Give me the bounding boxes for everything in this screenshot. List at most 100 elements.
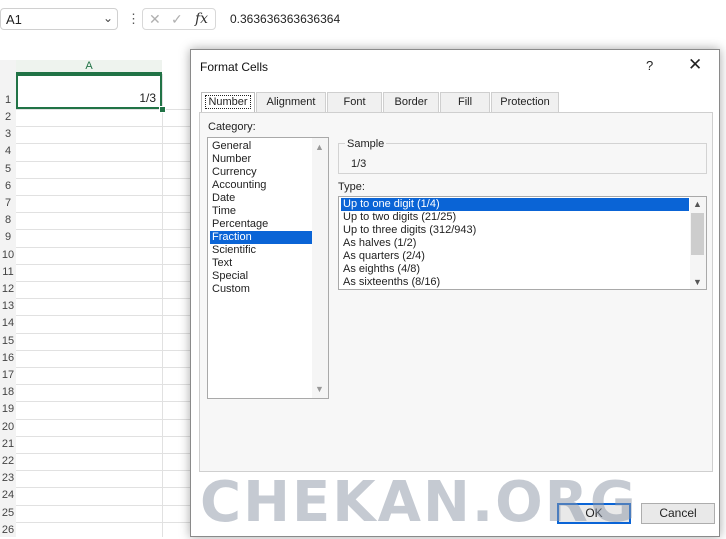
formula-bar: A1 ⌄ ⋮ ✕ ✓ fx 0.363636363636364 bbox=[0, 0, 726, 44]
type-item[interactable]: Up to one digit (1/4) bbox=[340, 197, 690, 212]
insert-function-icon[interactable]: fx bbox=[195, 11, 208, 27]
cell-a1-value: 1/3 bbox=[139, 91, 156, 105]
close-icon[interactable]: ✕ bbox=[688, 55, 702, 75]
sample-label: Sample bbox=[345, 138, 387, 150]
row-gridline bbox=[16, 418, 192, 420]
fill-handle[interactable] bbox=[159, 106, 166, 113]
row-gridline bbox=[16, 470, 192, 472]
tab-alignment[interactable]: Alignment bbox=[256, 92, 326, 112]
cancel-icon[interactable]: ✕ bbox=[149, 11, 161, 28]
row-gridline bbox=[16, 367, 192, 368]
row-header[interactable]: 21 bbox=[0, 436, 16, 453]
type-item[interactable]: As halves (1/2) bbox=[341, 237, 689, 250]
tab-number[interactable]: Number bbox=[201, 92, 255, 113]
formula-input[interactable]: 0.363636363636364 bbox=[222, 8, 726, 30]
category-list[interactable]: ▲ ▼ General Number Currency Accounting Date T… bbox=[207, 137, 329, 399]
row-header[interactable]: 15 bbox=[0, 333, 16, 350]
type-item[interactable]: Up to two digits (21/25) bbox=[341, 211, 689, 224]
row-header[interactable]: 23 bbox=[0, 470, 16, 487]
number-tab-panel: Category: ▲ ▼ General Number Currency Accou… bbox=[199, 112, 713, 472]
row-header[interactable]: 6 bbox=[0, 178, 16, 195]
type-item[interactable]: As quarters (2/4) bbox=[341, 250, 689, 263]
row-gridline bbox=[16, 453, 192, 454]
row-header[interactable]: 16 bbox=[0, 350, 16, 367]
row-header[interactable]: 9 bbox=[0, 229, 16, 246]
help-icon[interactable]: ? bbox=[646, 58, 653, 73]
more-icon[interactable]: ⋮ bbox=[127, 11, 140, 27]
category-item[interactable]: Text bbox=[210, 257, 312, 270]
category-item[interactable]: Accounting bbox=[210, 179, 312, 192]
row-gridline bbox=[16, 177, 192, 179]
row-header[interactable]: 2 bbox=[0, 109, 16, 126]
dialog-title: Format Cells bbox=[200, 60, 269, 74]
row-header[interactable]: 13 bbox=[0, 298, 16, 315]
tab-label: Number bbox=[205, 95, 251, 109]
row-header[interactable]: 14 bbox=[0, 315, 16, 332]
type-list[interactable]: ▲ ▼ Up to one digit (1/4) Up to two digit… bbox=[338, 196, 707, 290]
category-item[interactable]: General bbox=[210, 140, 312, 153]
tab-fill[interactable]: Fill bbox=[440, 92, 490, 112]
select-all-corner[interactable] bbox=[0, 60, 16, 74]
row-header[interactable]: 11 bbox=[0, 264, 16, 281]
category-scrollbar[interactable]: ▲ ▼ bbox=[312, 138, 328, 398]
scroll-thumb[interactable] bbox=[691, 213, 704, 255]
row-gridline bbox=[16, 487, 192, 489]
row-header[interactable]: 20 bbox=[0, 419, 16, 436]
scroll-down-icon[interactable]: ▼ bbox=[315, 384, 324, 394]
sheet-grid bbox=[0, 44, 192, 537]
row-gridline bbox=[16, 315, 192, 317]
category-item[interactable]: Custom bbox=[210, 283, 312, 296]
row-header[interactable]: 3 bbox=[0, 126, 16, 143]
row-header[interactable]: 8 bbox=[0, 212, 16, 229]
category-item[interactable]: Fraction bbox=[210, 231, 312, 244]
type-scrollbar[interactable]: ▲ ▼ bbox=[690, 197, 706, 289]
type-item[interactable]: Up to three digits (312/943) bbox=[341, 224, 689, 237]
cell-a1[interactable]: 1/3 bbox=[16, 74, 162, 109]
row-header[interactable]: 5 bbox=[0, 161, 16, 178]
category-item[interactable]: Date bbox=[210, 192, 312, 205]
category-item[interactable]: Time bbox=[210, 205, 312, 218]
category-item[interactable]: Percentage bbox=[210, 218, 312, 231]
row-header[interactable]: 22 bbox=[0, 453, 16, 470]
type-label: Type: bbox=[338, 181, 365, 193]
tab-border[interactable]: Border bbox=[383, 92, 439, 112]
row-header[interactable]: 26 bbox=[0, 522, 16, 539]
enter-icon[interactable]: ✓ bbox=[171, 11, 183, 28]
category-item[interactable]: Number bbox=[210, 153, 312, 166]
row-header[interactable]: 24 bbox=[0, 487, 16, 504]
name-box[interactable]: A1 ⌄ bbox=[0, 8, 118, 30]
row-gridline bbox=[16, 332, 192, 334]
formula-value: 0.363636363636364 bbox=[230, 12, 341, 26]
scroll-up-icon[interactable]: ▲ bbox=[693, 199, 702, 209]
scroll-up-icon[interactable]: ▲ bbox=[315, 142, 324, 152]
row-header[interactable]: 10 bbox=[0, 247, 16, 264]
category-item[interactable]: Special bbox=[210, 270, 312, 283]
row-gridline bbox=[16, 298, 192, 300]
category-item[interactable]: Scientific bbox=[210, 244, 312, 257]
category-label: Category: bbox=[208, 121, 256, 133]
type-item[interactable]: As eighths (4/8) bbox=[341, 263, 689, 276]
row-gridline bbox=[16, 281, 192, 282]
row-gridline bbox=[16, 195, 192, 196]
type-item[interactable]: As sixteenths (8/16) bbox=[341, 276, 689, 289]
row-gridline bbox=[16, 160, 192, 162]
row-header[interactable]: 17 bbox=[0, 367, 16, 384]
tab-font[interactable]: Font bbox=[327, 92, 382, 112]
row-header[interactable]: 25 bbox=[0, 505, 16, 522]
row-gridline bbox=[16, 435, 192, 437]
row-header[interactable]: 19 bbox=[0, 401, 16, 418]
row-header[interactable]: 12 bbox=[0, 281, 16, 298]
tab-protection[interactable]: Protection bbox=[491, 92, 559, 112]
row-header[interactable]: 18 bbox=[0, 384, 16, 401]
category-item[interactable]: Currency bbox=[210, 166, 312, 179]
row-gridline bbox=[16, 521, 192, 523]
row-header[interactable]: 7 bbox=[0, 195, 16, 212]
sample-box: 1/3 bbox=[338, 143, 707, 174]
chevron-down-icon[interactable]: ⌄ bbox=[103, 11, 113, 25]
scroll-down-icon[interactable]: ▼ bbox=[693, 277, 702, 287]
cancel-button[interactable]: Cancel bbox=[641, 503, 715, 524]
row-header[interactable]: 4 bbox=[0, 143, 16, 160]
row-gridline bbox=[16, 401, 192, 403]
row-header[interactable]: 1 bbox=[0, 92, 16, 109]
column-header-a[interactable]: A bbox=[16, 60, 162, 74]
